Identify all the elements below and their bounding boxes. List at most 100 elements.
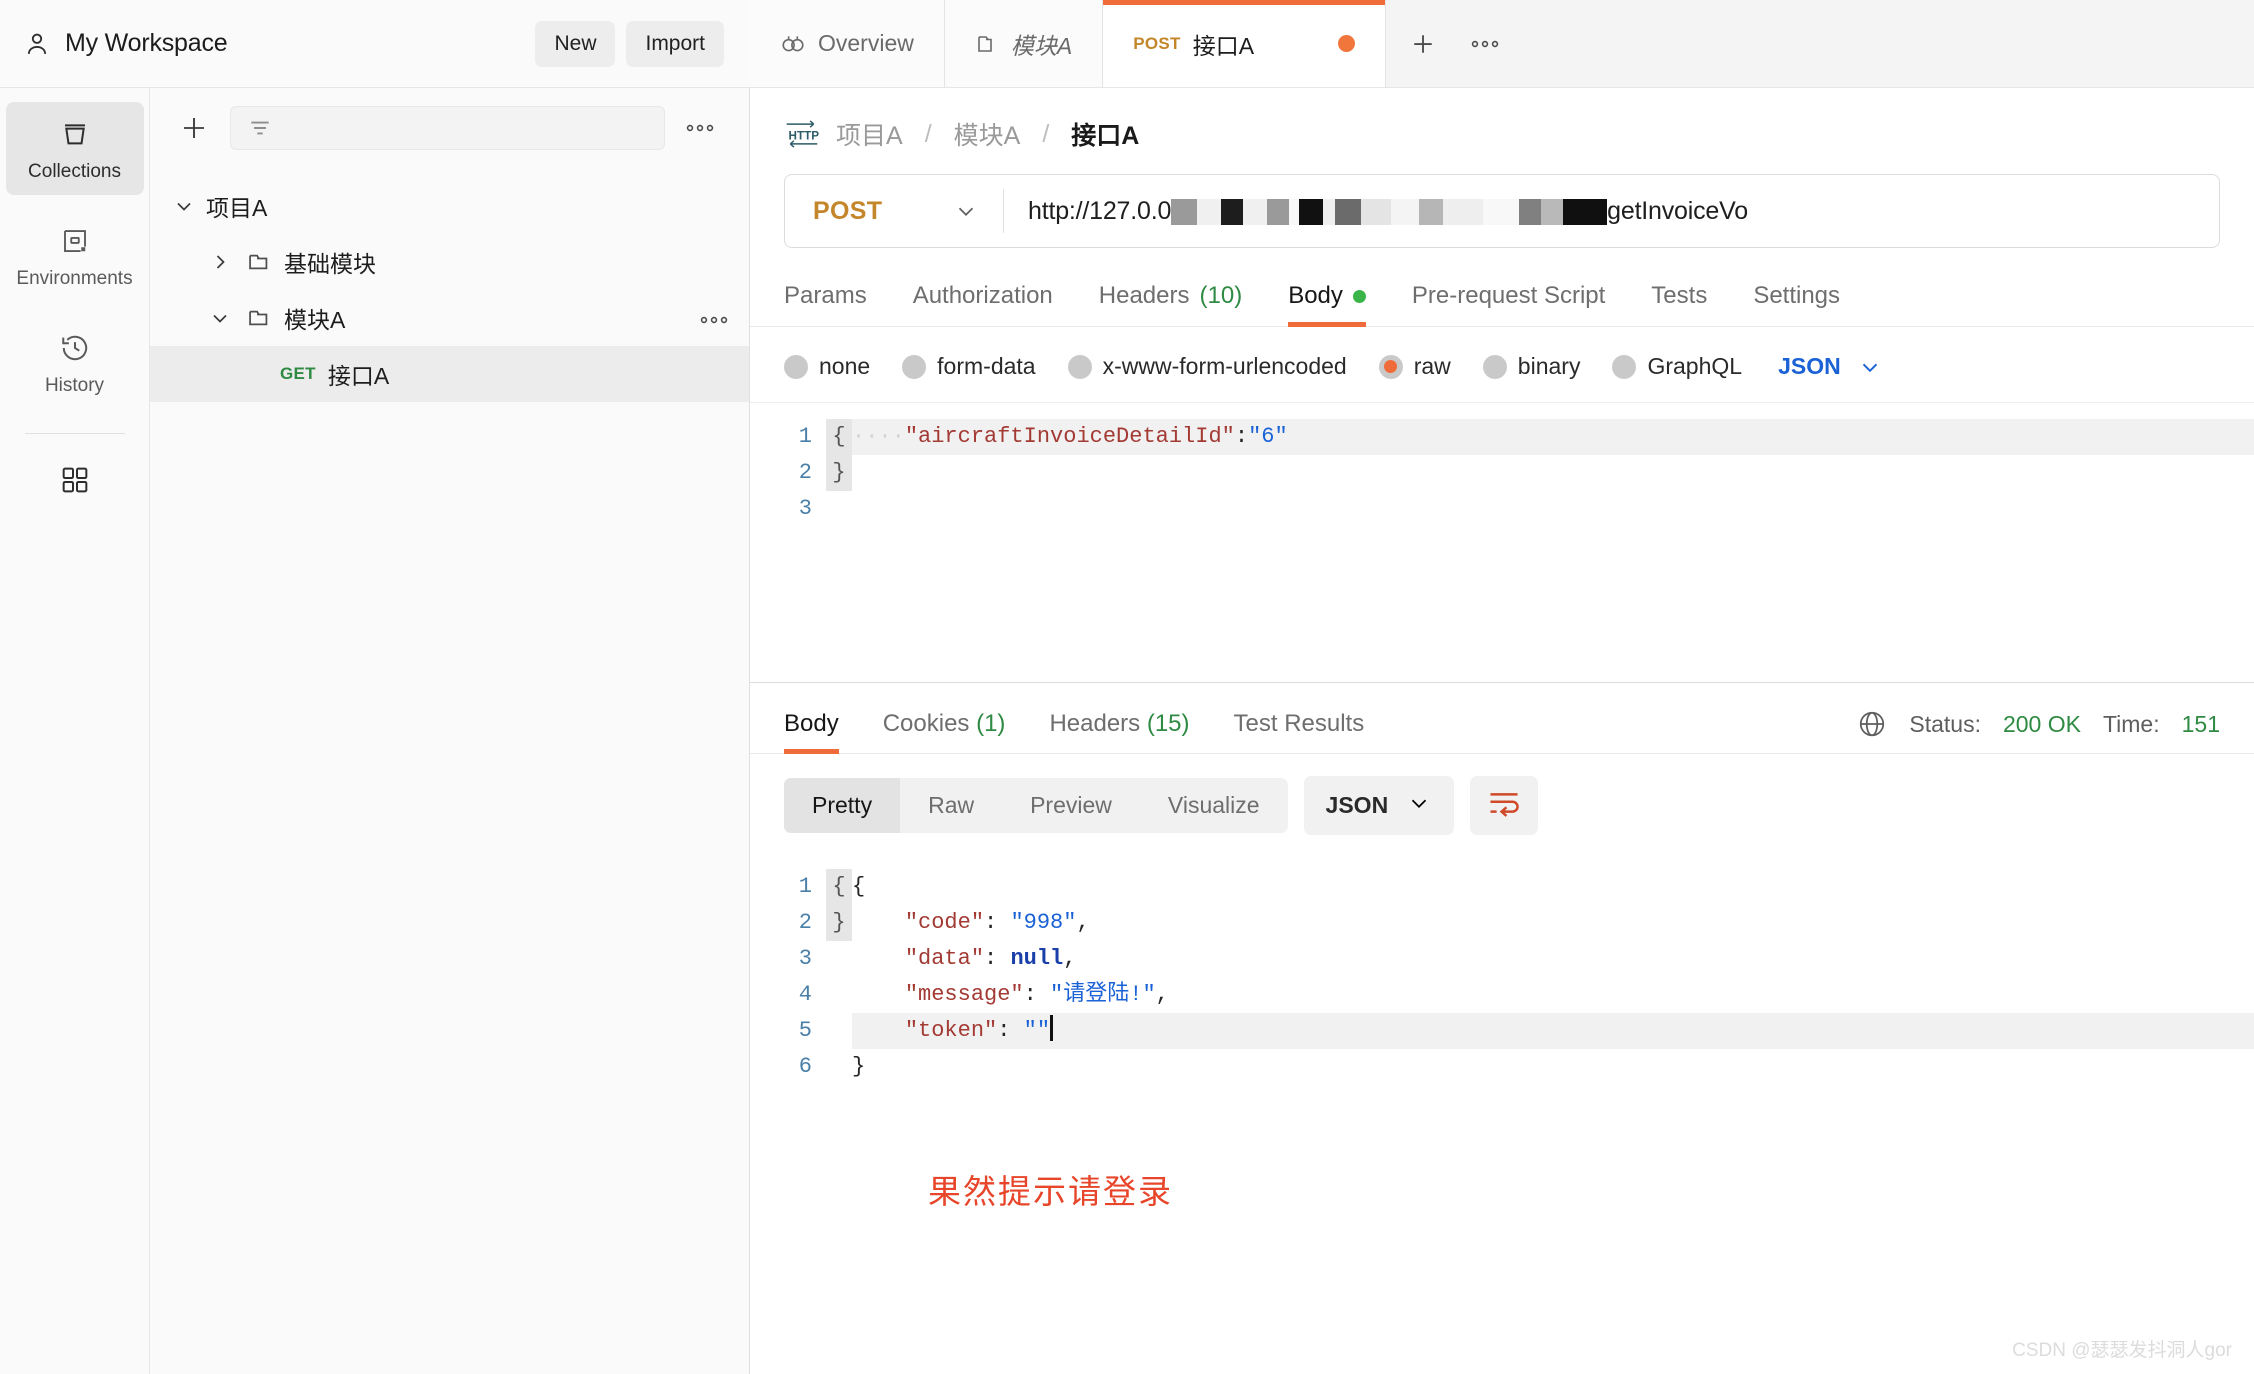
tab-label: Tests (1651, 282, 1708, 309)
response-tab-test-results[interactable]: Test Results (1234, 710, 1365, 753)
view-mode-pretty[interactable]: Pretty (784, 778, 901, 833)
tab-headers[interactable]: Headers (10) (1099, 282, 1242, 326)
response-fold-column[interactable]: {} (826, 853, 852, 1374)
unsaved-indicator-dot[interactable] (1338, 35, 1356, 52)
request-fold-column[interactable]: {} (826, 403, 852, 682)
sidebar-item-history[interactable]: History (6, 316, 144, 409)
radio-binary[interactable]: binary (1482, 353, 1581, 380)
fold-marker[interactable]: } (826, 905, 852, 941)
create-new-plus-icon[interactable] (178, 112, 210, 144)
tab-body[interactable]: Body (1288, 282, 1366, 327)
tab-overview[interactable]: Overview (750, 0, 945, 87)
tab-label: Settings (1753, 282, 1841, 309)
tab-more-horizontal-icon[interactable] (1454, 0, 1516, 88)
radio-graphql[interactable]: GraphQL (1612, 353, 1742, 380)
sidebar-item-environments[interactable]: Environments (6, 209, 144, 302)
line-number: 4 (798, 982, 812, 1007)
view-mode-raw[interactable]: Raw (900, 778, 1002, 833)
url-redaction-block-2 (1221, 198, 1244, 225)
request-code-area[interactable]: ····"aircraftInvoiceDetailId":"6" (852, 403, 2254, 682)
chevron-right-icon[interactable] (198, 250, 242, 274)
sidebar-item-label: Environments (16, 268, 133, 289)
apps-grid-icon[interactable] (6, 452, 144, 508)
tab-tools (1386, 0, 1523, 88)
code-line: { (852, 874, 866, 899)
request-tabs: Params Authorization Headers (10) Body P… (750, 248, 2254, 327)
line-number: 1 (798, 874, 812, 899)
url-redaction-block-14 (1519, 198, 1542, 225)
tree-item-project-a[interactable]: 项目A (150, 178, 749, 234)
radio-form-data[interactable]: form-data (902, 353, 1036, 380)
word-wrap-button[interactable] (1470, 776, 1539, 835)
radio-label: form-data (937, 353, 1036, 379)
tab-module-a[interactable]: 模块A (944, 0, 1104, 87)
collections-icon (59, 116, 91, 152)
collections-sidebar: 项目A 基础模块 模块A GET 接口A (150, 88, 750, 1374)
view-mode-visualize[interactable]: Visualize (1140, 778, 1288, 833)
line-number: 3 (798, 946, 812, 971)
breadcrumb-separator: / (924, 119, 932, 148)
breadcrumb-part-1[interactable]: 模块A (954, 116, 1021, 152)
response-tab-body[interactable]: Body (784, 710, 839, 754)
url-input[interactable]: http://127.0.0 getInvoiceVo (1004, 197, 2219, 226)
user-icon (22, 29, 52, 59)
apps-grid-glyph (59, 462, 91, 498)
import-button[interactable]: Import (626, 20, 724, 67)
tree-item-method: GET (280, 364, 316, 383)
chevron-down-icon[interactable] (198, 306, 242, 330)
chevron-down-icon[interactable] (162, 194, 206, 218)
sidebar-more-horizontal-icon[interactable] (685, 123, 715, 133)
tab-interface-a[interactable]: POST 接口A (1103, 0, 1387, 87)
fold-marker[interactable]: { (826, 869, 852, 905)
radio-label: binary (1517, 353, 1581, 379)
radio-circle-icon-selected (1378, 354, 1403, 379)
body-format-selector[interactable]: JSON (1778, 353, 1883, 380)
radio-label: x-www-form-urlencoded (1102, 353, 1347, 379)
fold-marker[interactable]: { (826, 419, 852, 455)
line-number: 1 (798, 424, 812, 449)
tab-label: Params (784, 282, 867, 309)
tab-params[interactable]: Params (784, 282, 867, 326)
request-body-editor-wrap: 1 2 3 {} ····"aircraftInvoiceDetailId":"6" (750, 402, 2254, 682)
response-format-selector[interactable]: JSON (1303, 776, 1455, 835)
line-number: 3 (798, 496, 812, 521)
response-tab-headers[interactable]: Headers (15) (1049, 710, 1189, 753)
svg-text:HTTP: HTTP (789, 129, 820, 142)
radio-label: raw (1413, 353, 1451, 379)
view-mode-preview[interactable]: Preview (1002, 778, 1140, 833)
tree-item-module-a[interactable]: 模块A (150, 290, 749, 346)
tab-tests[interactable]: Tests (1651, 282, 1707, 326)
radio-x-www-form-urlencoded[interactable]: x-www-form-urlencoded (1067, 353, 1347, 380)
response-code-area[interactable]: { "code": "998", "data": null, "message"… (852, 853, 2254, 1374)
tree-item-more-horizontal-icon[interactable] (699, 311, 729, 325)
url-redaction-block-8 (1335, 198, 1362, 225)
request-body-editor[interactable]: 1 2 3 {} ····"aircraftInvoiceDetailId":"6" (750, 402, 2254, 682)
response-body-editor[interactable]: 1 2 3 4 5 6 {} { "code": "998", "data": null,… (750, 853, 2254, 1374)
globe-icon[interactable] (1857, 709, 1887, 739)
method-selector[interactable]: POST (785, 197, 1003, 226)
tree-item-interface-a[interactable]: GET 接口A (150, 346, 749, 402)
sidebar-item-collections[interactable]: Collections (5, 102, 144, 195)
radio-none[interactable]: none (784, 353, 870, 380)
request-line-numbers: 1 2 3 (750, 403, 826, 682)
tab-settings[interactable]: Settings (1753, 282, 1840, 326)
breadcrumb-part-0[interactable]: 项目A (836, 116, 903, 152)
fold-marker[interactable]: } (826, 455, 852, 491)
filter-input[interactable] (230, 106, 665, 150)
chevron-down-icon (1857, 354, 1883, 380)
tab-label: 接口A (1192, 32, 1255, 59)
sidebar-item-label: Collections (28, 161, 121, 182)
tab-label: 模块A (1010, 32, 1073, 59)
tree-item-label: 接口A (327, 363, 390, 389)
tab-authorization[interactable]: Authorization (913, 282, 1053, 326)
tab-pre-request-script[interactable]: Pre-request Script (1412, 282, 1605, 326)
radio-raw[interactable]: raw (1378, 353, 1451, 380)
status-value: 200 OK (2002, 710, 2081, 737)
filter-icon (247, 115, 273, 141)
environments-icon (60, 223, 90, 259)
tree-item-base-module[interactable]: 基础模块 (150, 234, 749, 290)
response-tab-cookies[interactable]: Cookies (1) (883, 710, 1006, 753)
new-tab-plus-icon[interactable] (1392, 0, 1454, 88)
new-button[interactable]: New (535, 20, 616, 67)
url-redaction-block-5 (1289, 198, 1300, 225)
